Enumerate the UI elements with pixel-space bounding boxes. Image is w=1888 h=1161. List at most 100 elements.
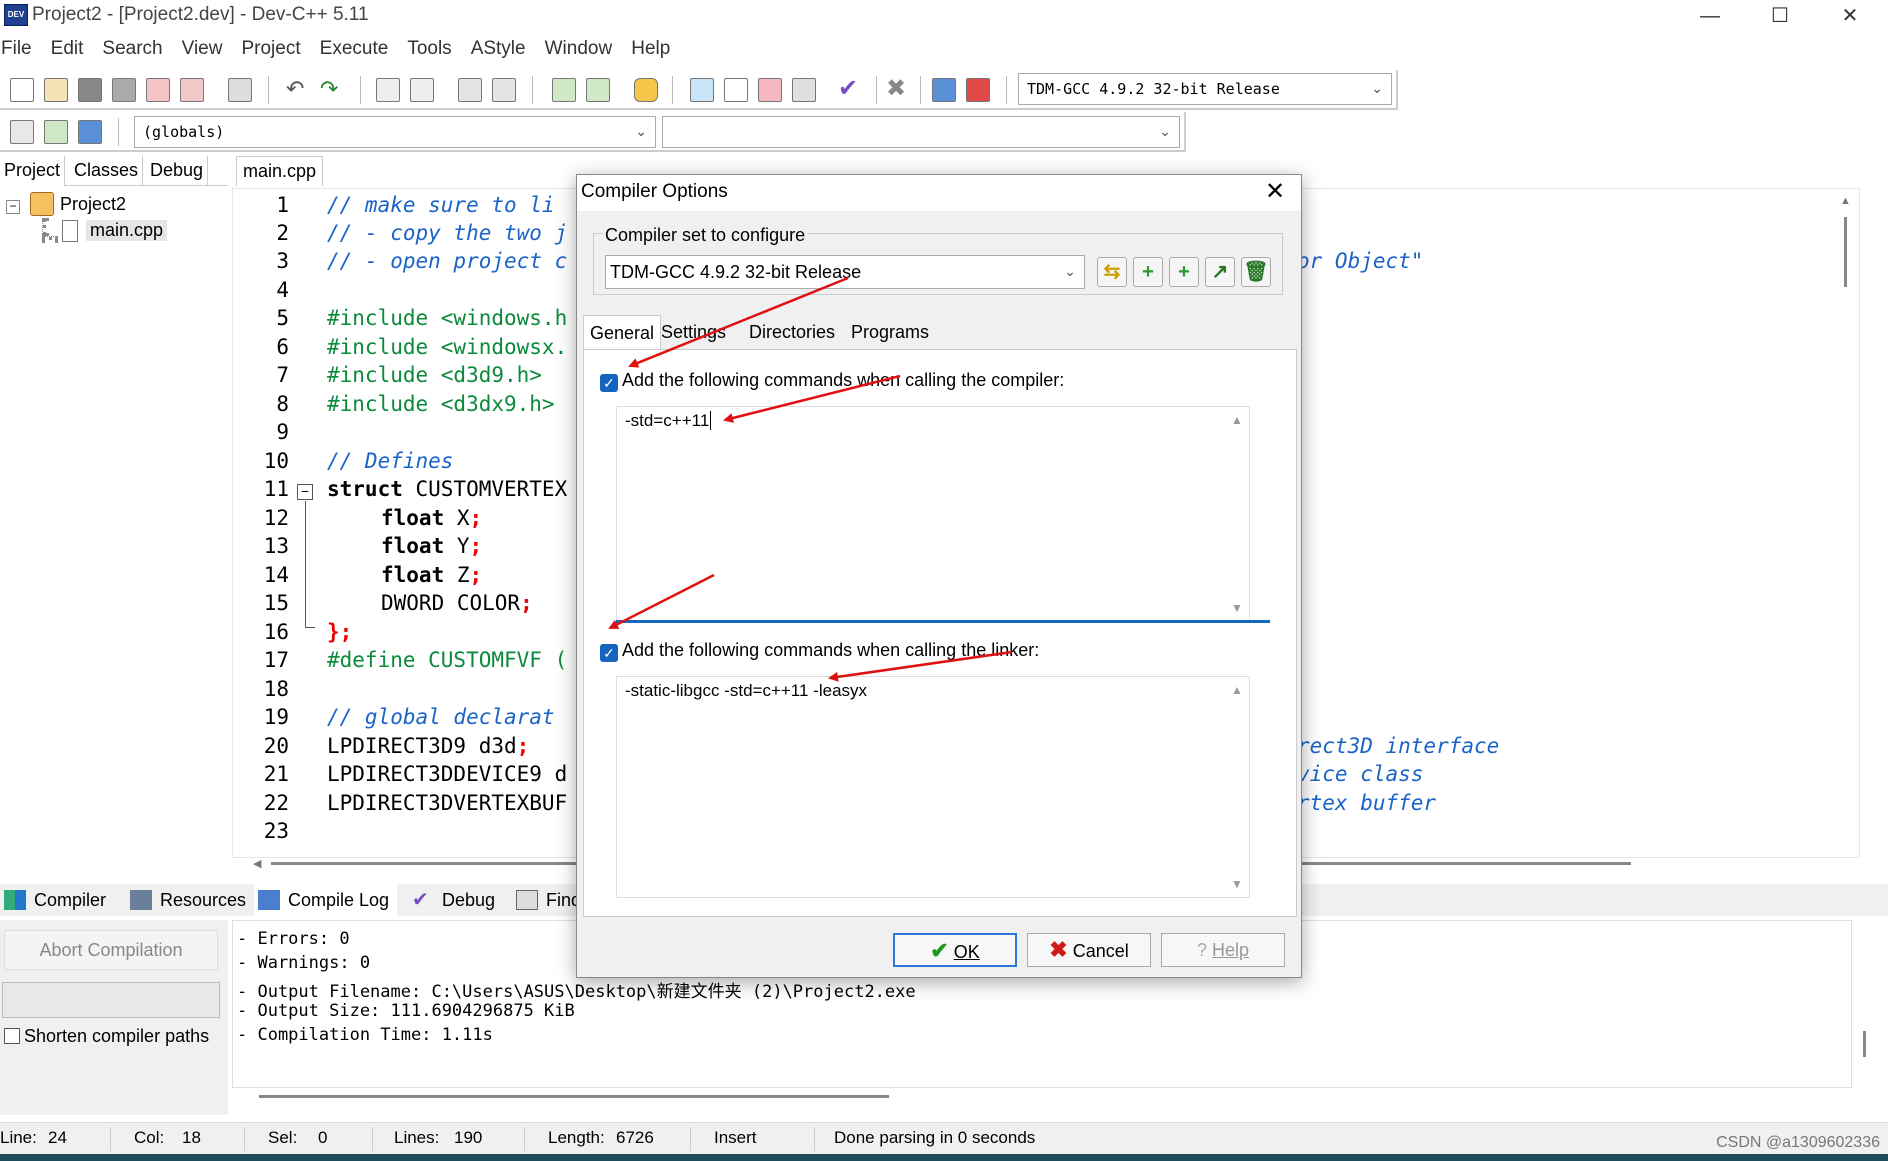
goto-back-icon[interactable] xyxy=(586,78,610,102)
compile-icon[interactable] xyxy=(690,78,714,102)
add-folder-compiler-icon[interactable]: + xyxy=(1169,257,1199,287)
debug-icon[interactable] xyxy=(966,78,990,102)
tab-main-cpp[interactable]: main.cpp xyxy=(236,156,324,186)
checkmark-icon[interactable]: ✓ xyxy=(600,644,618,662)
checkbox-icon[interactable] xyxy=(4,1028,20,1044)
close-button[interactable]: ✕ xyxy=(1822,2,1878,30)
scroll-down-icon[interactable]: ▼ xyxy=(1231,601,1243,615)
compiler-commands-checkbox[interactable]: ✓ Add the following commands when calling… xyxy=(600,370,1064,392)
menu-astyle[interactable]: AStyle xyxy=(470,38,526,60)
minimize-button[interactable]: — xyxy=(1682,2,1738,30)
globals-select[interactable]: (globals) ⌄ xyxy=(134,116,656,148)
menu-execute[interactable]: Execute xyxy=(319,38,389,60)
tab-compiler[interactable]: Compiler xyxy=(0,884,106,916)
scroll-down-icon[interactable]: ▼ xyxy=(1231,877,1243,891)
textarea-scrollbar[interactable]: ▲ ▼ xyxy=(1231,683,1245,891)
open-file-icon[interactable] xyxy=(44,78,68,102)
profile-icon[interactable] xyxy=(932,78,956,102)
tab-find[interactable]: Find xyxy=(512,884,581,916)
compiler-commands-textarea[interactable]: -std=c++11 ▲ ▼ xyxy=(616,406,1250,622)
dialog-close-button[interactable]: ✕ xyxy=(1259,177,1291,206)
scroll-up-icon[interactable]: ▲ xyxy=(1231,413,1243,427)
tab-directories[interactable]: Directories xyxy=(743,315,841,349)
tab-resources[interactable]: Resources xyxy=(126,884,246,916)
stop-icon[interactable]: ✖ xyxy=(886,77,910,102)
menu-window[interactable]: Window xyxy=(544,38,613,60)
rename-compiler-icon[interactable]: ⇆ xyxy=(1097,257,1127,287)
toolbar-separator xyxy=(672,76,673,104)
find-icon[interactable] xyxy=(376,78,400,102)
keyword: float xyxy=(381,534,445,558)
ok-button[interactable]: ✔ OK xyxy=(893,933,1017,967)
members-select[interactable]: ⌄ xyxy=(662,116,1180,148)
print-icon[interactable] xyxy=(228,78,252,102)
log-vertical-scrollbar[interactable] xyxy=(1863,1031,1866,1057)
menu-view[interactable]: View xyxy=(181,38,223,60)
tab-settings[interactable]: Settings xyxy=(655,315,732,349)
goto-bookmark-icon[interactable] xyxy=(78,120,102,144)
menu-file[interactable]: File xyxy=(0,38,32,60)
compiler-select[interactable]: TDM-GCC 4.9.2 32-bit Release ⌄ xyxy=(1018,73,1392,105)
rebuild-icon[interactable] xyxy=(792,78,816,102)
menu-project[interactable]: Project xyxy=(240,38,300,60)
menu-edit[interactable]: Edit xyxy=(50,38,84,60)
close-all-icon[interactable] xyxy=(180,78,204,102)
tab-classes[interactable]: Classes xyxy=(70,156,144,186)
maximize-button[interactable]: ☐ xyxy=(1752,2,1808,30)
scroll-left-icon[interactable]: ◀ xyxy=(253,857,261,870)
fold-icon[interactable]: − xyxy=(297,484,313,500)
undo-icon[interactable]: ↶ xyxy=(286,78,310,102)
tab-compile-log[interactable]: Compile Log xyxy=(254,884,398,916)
abort-compilation-button[interactable]: Abort Compilation xyxy=(4,930,218,970)
chevron-down-icon: ⌄ xyxy=(1159,124,1171,140)
code-line-3: // - open project c xyxy=(327,249,568,273)
log-line: - Errors: 0 xyxy=(237,929,350,949)
new-file-icon[interactable] xyxy=(10,78,34,102)
goto-icon[interactable] xyxy=(552,78,576,102)
cancel-button[interactable]: ✖ Cancel xyxy=(1027,933,1151,967)
tree-file-node[interactable]: main.cpp xyxy=(86,220,168,241)
redo-icon[interactable]: ↷ xyxy=(320,78,344,102)
menu-help[interactable]: Help xyxy=(630,38,670,60)
collapse-icon[interactable]: − xyxy=(6,200,20,214)
replace-icon[interactable] xyxy=(410,78,434,102)
help-button[interactable]: ? Help xyxy=(1161,933,1285,967)
tab-programs[interactable]: Programs xyxy=(845,315,935,349)
menu-search[interactable]: Search xyxy=(101,38,162,60)
toggle-icon[interactable] xyxy=(44,120,68,144)
tab-debug[interactable]: Debug xyxy=(146,156,209,186)
find-compilers-icon[interactable]: ↗ xyxy=(1205,257,1235,287)
scroll-up-icon[interactable]: ▲ xyxy=(1231,683,1243,697)
linker-commands-checkbox[interactable]: ✓ Add the following commands when calling… xyxy=(600,640,1039,662)
textarea-scrollbar[interactable]: ▲ ▼ xyxy=(1231,413,1245,615)
shorten-paths-checkbox[interactable]: Shorten compiler paths xyxy=(4,1026,209,1047)
checkmark-icon[interactable]: ✓ xyxy=(600,374,618,392)
status-lines: 190 xyxy=(454,1128,483,1147)
menu-tools[interactable]: Tools xyxy=(406,38,451,60)
add-compiler-icon[interactable]: + xyxy=(1133,257,1163,287)
line-number: 9 xyxy=(276,420,289,444)
tab-project[interactable]: Project xyxy=(0,156,66,186)
insert-icon[interactable] xyxy=(10,120,34,144)
scroll-thumb[interactable] xyxy=(1844,217,1847,287)
tab-general[interactable]: General xyxy=(583,315,662,349)
bookmark-icon[interactable] xyxy=(634,78,658,102)
run-icon[interactable] xyxy=(724,78,748,102)
unindent-icon[interactable] xyxy=(492,78,516,102)
code-line-5: #include <windows.h xyxy=(327,306,568,330)
check-syntax-icon[interactable]: ✔ xyxy=(838,77,862,102)
compile-run-icon[interactable] xyxy=(758,78,782,102)
save-all-icon[interactable] xyxy=(112,78,136,102)
scroll-up-icon[interactable]: ▲ xyxy=(1840,195,1851,207)
tab-debug-bottom[interactable]: ✔ Debug xyxy=(408,884,495,916)
indent-icon[interactable] xyxy=(458,78,482,102)
compiler-set-select[interactable]: TDM-GCC 4.9.2 32-bit Release ⌄ xyxy=(605,255,1085,289)
delete-compiler-icon[interactable]: 🗑 xyxy=(1241,257,1271,287)
linker-commands-textarea[interactable]: -static-libgcc -std=c++11 -leasyx ▲ ▼ xyxy=(616,676,1250,898)
close-file-icon[interactable] xyxy=(146,78,170,102)
save-icon[interactable] xyxy=(78,78,102,102)
status-message: Done parsing in 0 seconds xyxy=(834,1128,1036,1147)
editor-vertical-scrollbar[interactable]: ▲ xyxy=(1839,195,1853,835)
log-horizontal-scrollbar[interactable] xyxy=(259,1095,889,1098)
tree-project-node[interactable]: Project2 xyxy=(60,194,126,215)
